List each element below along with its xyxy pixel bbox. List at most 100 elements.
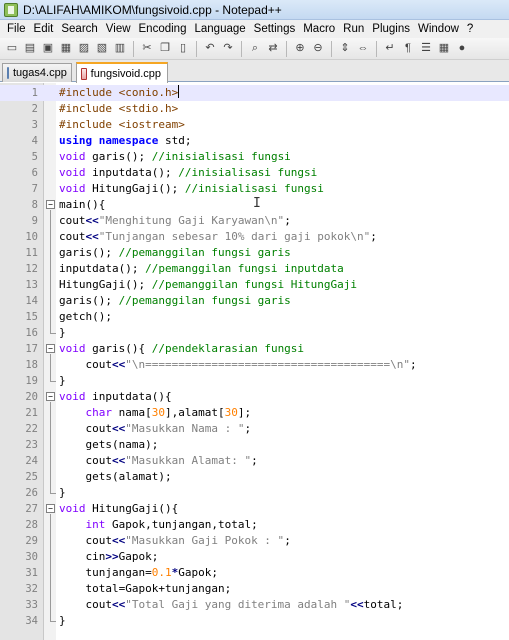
replace-icon[interactable]: ⇄ bbox=[265, 41, 281, 57]
redo-icon[interactable]: ↷ bbox=[220, 41, 236, 57]
doc-map-icon[interactable]: ▦ bbox=[436, 41, 452, 57]
save-all-icon[interactable]: ▦ bbox=[58, 41, 74, 57]
code-token-type: int bbox=[85, 518, 106, 531]
close-all-icon[interactable]: ▧ bbox=[94, 41, 110, 57]
source-text: main(){ bbox=[59, 197, 105, 213]
code-editor[interactable]: I 1 #include <conio.h> 2 #include <stdio.h>… bbox=[0, 83, 509, 640]
code-line[interactable]: 9 cout<<"Menghitung Gaji Karyawan\n"; bbox=[0, 213, 509, 229]
code-token-plain: std; bbox=[158, 134, 192, 147]
menu-plugins[interactable]: Plugins bbox=[368, 23, 414, 35]
copy-icon[interactable]: ❐ bbox=[157, 41, 173, 57]
menu-search[interactable]: Search bbox=[57, 23, 101, 35]
code-line[interactable]: 1 #include <conio.h> bbox=[0, 85, 509, 101]
code-line[interactable]: 17 void garis(){ //pendeklarasian fungsi bbox=[0, 341, 509, 357]
sync-horizontal-icon[interactable]: ⇔ bbox=[355, 41, 371, 57]
code-line[interactable]: 15 getch(); bbox=[0, 309, 509, 325]
code-line[interactable]: 19} bbox=[0, 373, 509, 389]
sync-vertical-icon[interactable]: ⇕ bbox=[337, 41, 353, 57]
code-token-op: << bbox=[111, 358, 126, 371]
save-icon[interactable]: ▣ bbox=[40, 41, 56, 57]
code-line[interactable]: 8 main(){ bbox=[0, 197, 509, 213]
tab-tugas4[interactable]: tugas4.cpp bbox=[2, 63, 72, 82]
tab-label: fungsivoid.cpp bbox=[90, 67, 161, 80]
code-line[interactable]: 16} bbox=[0, 325, 509, 341]
source-text: void HitungGaji(){ bbox=[59, 501, 178, 517]
new-file-icon[interactable]: ▭ bbox=[4, 41, 20, 57]
menu-run[interactable]: Run bbox=[339, 23, 368, 35]
fold-toggle-icon[interactable]: − bbox=[46, 344, 55, 353]
open-file-icon[interactable]: ▤ bbox=[22, 41, 38, 57]
fold-guide-line bbox=[50, 354, 51, 381]
undo-icon[interactable]: ↶ bbox=[202, 41, 218, 57]
tab-fungsivoid[interactable]: fungsivoid.cpp bbox=[76, 62, 168, 83]
menu-settings[interactable]: Settings bbox=[250, 23, 300, 35]
close-icon[interactable]: ▨ bbox=[76, 41, 92, 57]
zoom-out-icon[interactable]: ⊖ bbox=[310, 41, 326, 57]
fold-guide-line bbox=[50, 514, 51, 621]
line-number: 12 bbox=[25, 263, 38, 275]
menu-encoding[interactable]: Encoding bbox=[135, 23, 191, 35]
code-line[interactable]: 30 cin>>Gapok; bbox=[0, 549, 509, 565]
code-line[interactable]: 22 cout<<"Masukkan Nama : "; bbox=[0, 421, 509, 437]
code-line[interactable]: 29 cout<<"Masukkan Gaji Pokok : "; bbox=[0, 533, 509, 549]
code-line[interactable]: 27 void HitungGaji(){ bbox=[0, 501, 509, 517]
zoom-in-icon[interactable]: ⊕ bbox=[292, 41, 308, 57]
code-line[interactable]: 26} bbox=[0, 485, 509, 501]
code-line[interactable]: 11 garis(); //pemanggilan fungsi garis bbox=[0, 245, 509, 261]
source-text: HitungGaji(); //pemanggilan fungsi Hitun… bbox=[59, 277, 357, 293]
line-number: 8 bbox=[31, 199, 38, 211]
code-line[interactable]: 18 cout<<"\n============================… bbox=[0, 357, 509, 373]
show-all-chars-icon[interactable]: ¶ bbox=[400, 41, 416, 57]
code-line[interactable]: 3 #include <iostream> bbox=[0, 117, 509, 133]
find-icon[interactable]: ⌕ bbox=[247, 41, 263, 57]
menu-edit[interactable]: Edit bbox=[30, 23, 58, 35]
code-token-op: << bbox=[85, 214, 99, 227]
code-line[interactable]: 13 HitungGaji(); //pemanggilan fungsi Hit… bbox=[0, 277, 509, 293]
code-line[interactable]: 7 void HitungGaji(); //inisialisasi fungs… bbox=[0, 181, 509, 197]
code-line[interactable]: 33 cout<<"Total Gaji yang diterima adala… bbox=[0, 597, 509, 613]
code-line[interactable]: 25 gets(alamat); bbox=[0, 469, 509, 485]
print-icon[interactable]: ▥ bbox=[112, 41, 128, 57]
fold-toggle-icon[interactable]: − bbox=[46, 504, 55, 513]
source-text: cout<<"Menghitung Gaji Karyawan\n"; bbox=[59, 213, 291, 229]
fold-toggle-icon[interactable]: − bbox=[46, 392, 55, 401]
indent-guide-icon[interactable]: ☰ bbox=[418, 41, 434, 57]
code-line[interactable]: 6 void inputdata(); //inisialisasi fungsi bbox=[0, 165, 509, 181]
code-token-plain: } bbox=[59, 326, 66, 339]
source-text: void inputdata(); //inisialisasi fungsi bbox=[59, 165, 317, 181]
code-line[interactable]: 21 char nama[30],alamat[30]; bbox=[0, 405, 509, 421]
menu-language[interactable]: Language bbox=[190, 23, 249, 35]
code-line[interactable]: 5 void garis(); //inisialisasi fungsi bbox=[0, 149, 509, 165]
menu-window[interactable]: Window bbox=[414, 23, 463, 35]
code-line[interactable]: 32 total=Gapok+tunjangan; bbox=[0, 581, 509, 597]
menu-file[interactable]: File bbox=[3, 23, 30, 35]
paste-icon[interactable]: ▯ bbox=[175, 41, 191, 57]
toolbar-separator bbox=[196, 40, 197, 57]
record-macro-icon[interactable]: ● bbox=[454, 41, 470, 57]
code-token-plain: getch(); bbox=[59, 310, 112, 323]
code-line[interactable]: 14 garis(); //pemanggilan fungsi garis bbox=[0, 293, 509, 309]
code-line[interactable]: 24 cout<<"Masukkan Alamat: "; bbox=[0, 453, 509, 469]
menu-view[interactable]: View bbox=[102, 23, 135, 35]
code-line[interactable]: 4 using namespace std; bbox=[0, 133, 509, 149]
cut-icon[interactable]: ✂ bbox=[139, 41, 155, 57]
fold-toggle-icon[interactable]: − bbox=[46, 200, 55, 209]
code-line[interactable]: 28 int Gapok,tunjangan,total; bbox=[0, 517, 509, 533]
code-line[interactable]: 31 tunjangan=0.1*Gapok; bbox=[0, 565, 509, 581]
fold-end-marker bbox=[50, 621, 56, 622]
code-line[interactable]: 12 inputdata(); //pemanggilan fungsi inpu… bbox=[0, 261, 509, 277]
word-wrap-icon[interactable]: ↵ bbox=[382, 41, 398, 57]
file-tab-icon bbox=[81, 67, 87, 80]
code-line[interactable]: 34} bbox=[0, 613, 509, 629]
code-token-op: << bbox=[111, 534, 126, 547]
source-text: char nama[30],alamat[30]; bbox=[59, 405, 252, 421]
fold-guide-line bbox=[50, 210, 51, 333]
code-line[interactable]: 23 gets(nama); bbox=[0, 437, 509, 453]
code-token-plain: garis(); bbox=[59, 294, 119, 307]
menu-help[interactable]: ? bbox=[463, 23, 477, 35]
code-line[interactable]: 10 cout<<"Tunjangan sebesar 10% dari gaji… bbox=[0, 229, 509, 245]
menu-macro[interactable]: Macro bbox=[299, 23, 339, 35]
code-line[interactable]: 2 #include <stdio.h> bbox=[0, 101, 509, 117]
menu-bar: File Edit Search View Encoding Language Settin… bbox=[0, 20, 509, 38]
code-line[interactable]: 20 void inputdata(){ bbox=[0, 389, 509, 405]
